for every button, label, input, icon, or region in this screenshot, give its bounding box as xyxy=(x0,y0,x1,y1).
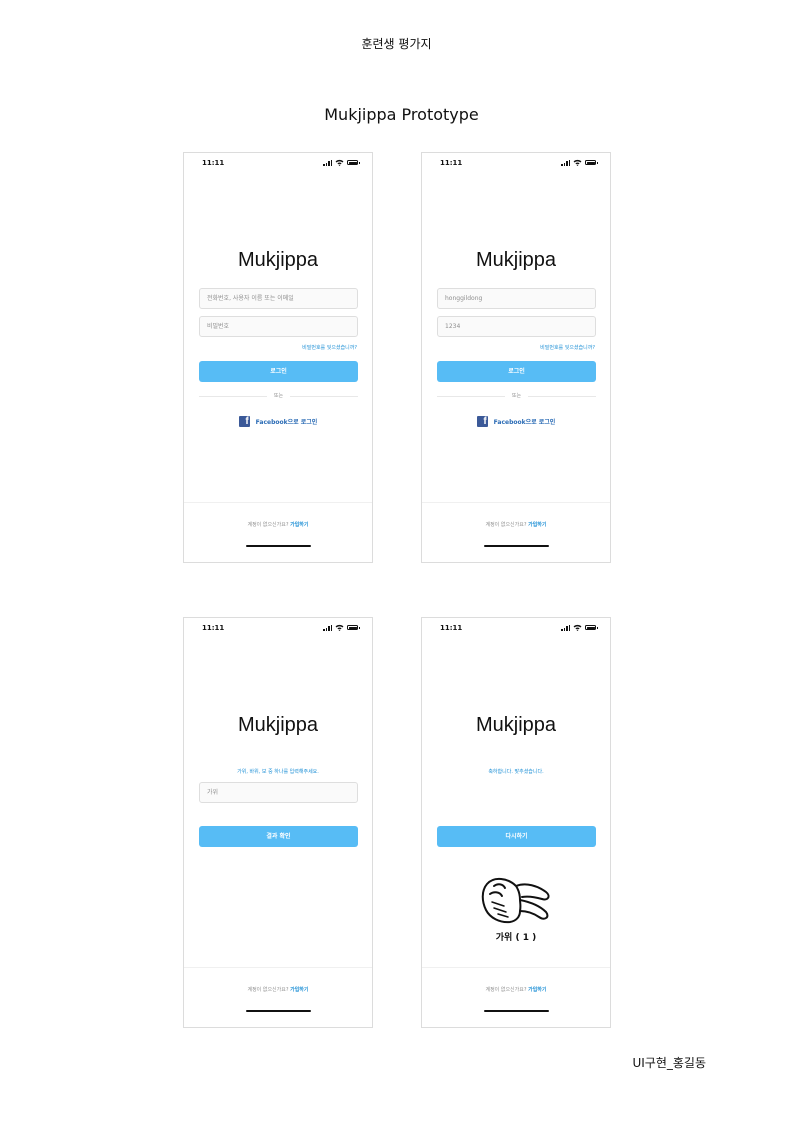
game-result-label: 가위 ( 1 ) xyxy=(495,933,537,943)
phone-login-filled: 11:11 Mukjippa honggildong 1234 비밀번호를 잊으… xyxy=(421,152,611,563)
home-indicator xyxy=(246,1010,311,1012)
facebook-icon: f xyxy=(238,416,250,427)
phone-game-input: 11:11 Mukjippa 가위, 바위, 보 중 하나를 입력해주세요. 가… xyxy=(183,617,373,1028)
signal-icon xyxy=(561,624,570,631)
app-logo: Mukjippa xyxy=(475,249,557,271)
game-prompt: 가위, 바위, 보 중 하나를 입력해주세요. xyxy=(237,769,319,775)
app-logo: Mukjippa xyxy=(237,714,319,736)
forgot-password-link[interactable]: 비밀번호를 잊으셨습니까? xyxy=(540,344,595,351)
login-button[interactable]: 로그인 xyxy=(437,361,596,382)
signal-icon xyxy=(323,159,332,166)
document-footer: UI구현_홍길동 xyxy=(632,1056,706,1070)
result-message: 축하합니다. 맞추셨습니다. xyxy=(488,769,544,775)
signal-icon xyxy=(561,159,570,166)
home-indicator xyxy=(484,1010,549,1012)
status-time: 11:11 xyxy=(202,624,225,632)
no-account-label: 계정이 없으신가요? xyxy=(485,987,527,993)
status-icons xyxy=(323,159,360,166)
signup-link[interactable]: 가입하기 xyxy=(290,987,308,993)
footer-divider xyxy=(422,502,610,503)
document-header: 훈련생 평가지 xyxy=(361,37,432,51)
no-account-label: 계정이 없으신가요? xyxy=(247,522,289,528)
document-title: Mukjippa Prototype xyxy=(324,105,479,124)
phone-login-empty: 11:11 Mukjippa 전화번호, 사용자 이름 또는 이메일 비밀번호 … xyxy=(183,152,373,563)
no-account-label: 계정이 없으신가요? xyxy=(247,987,289,993)
retry-button[interactable]: 다시하기 xyxy=(437,826,596,847)
signup-link[interactable]: 가입하기 xyxy=(528,522,546,528)
app-logo: Mukjippa xyxy=(475,714,557,736)
choice-input[interactable]: 가위 xyxy=(199,782,358,803)
facebook-login-button[interactable]: f Facebook으로 로그인 xyxy=(184,416,372,427)
battery-icon xyxy=(585,625,598,630)
status-time: 11:11 xyxy=(202,159,225,167)
no-account-label: 계정이 없으신가요? xyxy=(485,522,527,528)
password-input[interactable]: 비밀번호 xyxy=(199,316,358,337)
or-label: 또는 xyxy=(511,393,522,399)
status-icons xyxy=(561,159,598,166)
facebook-icon: f xyxy=(476,416,488,427)
phone-game-result: 11:11 Mukjippa 축하합니다. 맞추셨습니다. 다시하기 가위 ( … xyxy=(421,617,611,1028)
footer-divider xyxy=(184,502,372,503)
status-icons xyxy=(323,624,360,631)
signal-icon xyxy=(323,624,332,631)
wifi-icon xyxy=(335,624,344,631)
check-result-button[interactable]: 결과 확인 xyxy=(199,826,358,847)
footer-divider xyxy=(184,967,372,968)
status-time: 11:11 xyxy=(440,159,463,167)
login-button[interactable]: 로그인 xyxy=(199,361,358,382)
battery-icon xyxy=(585,160,598,165)
or-label: 또는 xyxy=(273,393,284,399)
or-divider: 또는 xyxy=(437,391,596,401)
wifi-icon xyxy=(573,624,582,631)
wifi-icon xyxy=(335,159,344,166)
facebook-login-button[interactable]: f Facebook으로 로그인 xyxy=(422,416,610,427)
status-icons xyxy=(561,624,598,631)
forgot-password-link[interactable]: 비밀번호를 잊으셨습니까? xyxy=(302,344,357,351)
signup-prompt: 계정이 없으신가요? 가입하기 xyxy=(184,521,372,528)
scissors-hand-icon xyxy=(481,878,550,924)
signup-link[interactable]: 가입하기 xyxy=(528,987,546,993)
password-input[interactable]: 1234 xyxy=(437,316,596,337)
id-input[interactable]: honggildong xyxy=(437,288,596,309)
id-input[interactable]: 전화번호, 사용자 이름 또는 이메일 xyxy=(199,288,358,309)
signup-prompt: 계정이 없으신가요? 가입하기 xyxy=(422,521,610,528)
footer-divider xyxy=(422,967,610,968)
signup-prompt: 계정이 없으신가요? 가입하기 xyxy=(422,986,610,993)
battery-icon xyxy=(347,625,360,630)
app-logo: Mukjippa xyxy=(237,249,319,271)
home-indicator xyxy=(484,545,549,547)
facebook-login-label: Facebook으로 로그인 xyxy=(493,419,556,426)
wifi-icon xyxy=(573,159,582,166)
or-divider: 또는 xyxy=(199,391,358,401)
signup-link[interactable]: 가입하기 xyxy=(290,522,308,528)
status-time: 11:11 xyxy=(440,624,463,632)
home-indicator xyxy=(246,545,311,547)
battery-icon xyxy=(347,160,360,165)
facebook-login-label: Facebook으로 로그인 xyxy=(255,419,318,426)
signup-prompt: 계정이 없으신가요? 가입하기 xyxy=(184,986,372,993)
